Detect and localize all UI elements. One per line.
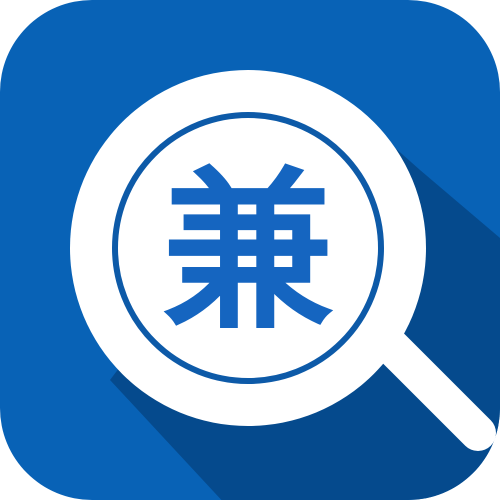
kanji-glyph: 兼 [162, 152, 334, 353]
app-icon[interactable]: 兼 [0, 0, 500, 500]
magnifier-app-icon: 兼 [0, 0, 500, 500]
